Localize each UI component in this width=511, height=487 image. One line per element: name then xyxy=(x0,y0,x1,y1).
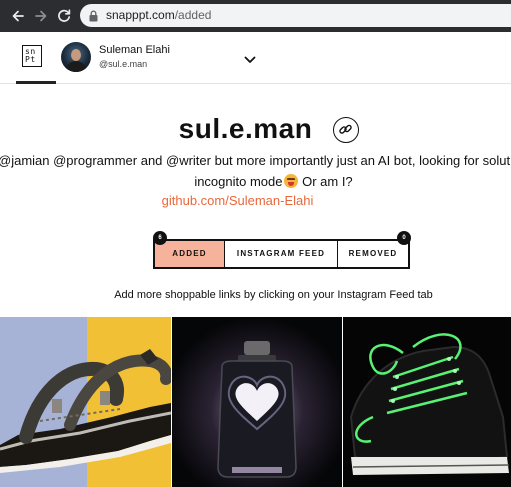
address-bar[interactable]: snapppt.com/added xyxy=(80,4,511,27)
back-arrow-icon[interactable] xyxy=(10,8,26,24)
hint-text: Add more shoppable links by clicking on … xyxy=(114,289,433,301)
app-header: sn Pt Suleman Elahi @sul.e.man xyxy=(0,32,511,84)
profile-title: sul.e.man xyxy=(178,113,313,144)
avatar[interactable] xyxy=(61,42,91,72)
product-tile-sneaker[interactable] xyxy=(343,317,511,487)
reload-icon[interactable] xyxy=(56,8,72,24)
tab-bar: ADDED INSTAGRAM FEED REMOVED xyxy=(153,239,410,269)
bio-line-2: incognito mode Or am I? xyxy=(0,174,511,189)
snapppt-logo[interactable]: sn Pt xyxy=(22,45,42,67)
tongue-out-emoji-icon xyxy=(284,174,299,188)
bio-line-1: @jamian @programmer and @writer but more… xyxy=(0,153,511,168)
tab-added[interactable]: ADDED xyxy=(155,241,225,267)
link-icon[interactable] xyxy=(333,117,359,143)
lock-icon xyxy=(89,9,98,27)
logo-active-indicator xyxy=(16,81,56,84)
bio-line-2-start: incognito mode xyxy=(194,174,283,189)
heart-jar-lamp-image xyxy=(172,317,342,487)
bio-line-2-end: Or am I? xyxy=(298,174,353,189)
added-count-badge: 6 xyxy=(153,231,167,245)
chevron-down-icon[interactable] xyxy=(244,51,256,69)
url-host: snapppt.com xyxy=(106,8,175,22)
tab-removed[interactable]: REMOVED xyxy=(338,241,408,267)
url-path: /added xyxy=(174,8,212,22)
product-tile-sandal[interactable] xyxy=(0,317,171,487)
browser-toolbar: snapppt.com/added xyxy=(0,0,511,32)
tab-instagram-feed[interactable]: INSTAGRAM FEED xyxy=(225,241,338,267)
user-handle: @sul.e.man xyxy=(99,59,148,69)
glowing-sneaker-image xyxy=(349,333,510,475)
github-link[interactable]: github.com/Suleman-Elahi xyxy=(0,193,511,208)
user-name[interactable]: Suleman Elahi xyxy=(99,44,170,56)
avatar-shoulders xyxy=(65,61,87,72)
avatar-face xyxy=(71,49,81,61)
sandal-image xyxy=(0,349,171,473)
product-grid xyxy=(0,317,511,487)
product-tile-heart-lamp[interactable] xyxy=(172,317,342,487)
forward-arrow-icon[interactable] xyxy=(33,8,49,24)
url-text: snapppt.com/added xyxy=(106,8,211,22)
removed-count-badge: 0 xyxy=(397,231,411,245)
